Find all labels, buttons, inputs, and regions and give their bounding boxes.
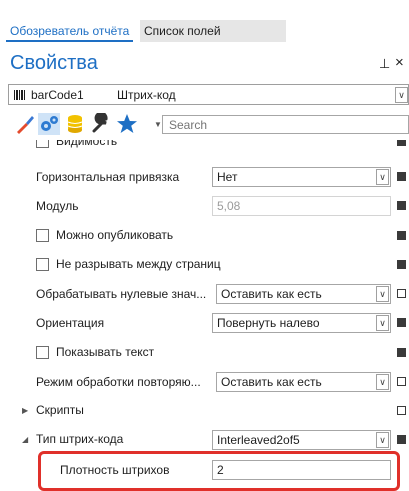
chevron-down-icon[interactable]: ∨	[376, 374, 389, 390]
property-row-keep-together: Не разрывать между страниц	[0, 251, 409, 279]
component-name: barCode1	[31, 88, 84, 102]
property-marker-icon	[397, 289, 406, 298]
collapse-arrow-icon[interactable]: ◢	[22, 435, 28, 444]
visibility-checkbox[interactable]	[36, 140, 49, 148]
brush-icon[interactable]	[14, 113, 36, 135]
property-label: Видимость	[56, 140, 118, 148]
panel-title: Свойства	[10, 52, 98, 74]
can-publish-checkbox[interactable]	[36, 229, 49, 242]
property-row-orientation: Ориентация Повернуть налево ∨	[0, 309, 409, 337]
property-grid: Видимость Горизонтальная привязка Нет ∨ …	[0, 140, 409, 486]
chevron-down-icon[interactable]: ∨	[376, 169, 389, 185]
chevron-down-icon[interactable]: ∨	[376, 286, 389, 302]
property-row-barcode-type[interactable]: ◢ Тип штрих-кода Interleaved2of5 ∨	[0, 426, 409, 454]
expand-arrow-icon[interactable]: ▶	[22, 406, 28, 415]
star-icon[interactable]	[116, 113, 138, 135]
property-row-visibility: Видимость	[0, 140, 409, 156]
property-row-module: Модуль 5,08	[0, 192, 409, 220]
highlight-box	[38, 451, 400, 491]
property-marker-icon	[397, 435, 406, 444]
property-marker-icon	[397, 406, 406, 415]
property-label: Можно опубликовать	[56, 228, 174, 242]
property-row-can-publish: Можно опубликовать	[0, 222, 409, 250]
property-label: Скрипты	[36, 403, 84, 417]
keep-together-checkbox[interactable]	[36, 258, 49, 271]
chevron-down-icon[interactable]: ∨	[376, 432, 389, 448]
property-marker-icon	[397, 172, 406, 181]
database-icon[interactable]	[64, 113, 86, 135]
property-label: Режим обработки повторяю...	[36, 375, 201, 389]
orientation-select[interactable]: Повернуть налево ∨	[212, 313, 391, 333]
property-label: Горизонтальная привязка	[36, 170, 180, 184]
property-row-show-text: Показывать текст	[0, 339, 409, 367]
chevron-down-icon[interactable]: ∨	[395, 87, 408, 103]
horizontal-alignment-select[interactable]: Нет ∨	[212, 167, 391, 187]
property-marker-icon	[397, 231, 406, 240]
search-scope-arrow-icon[interactable]: ▼	[154, 120, 162, 129]
property-label: Тип штрих-кода	[36, 432, 124, 446]
property-label: Не разрывать между страниц	[56, 257, 221, 271]
property-row-null-values: Обрабатывать нулевые знач... Оставить ка…	[0, 280, 409, 308]
barcode-type-select[interactable]: Interleaved2of5 ∨	[212, 430, 391, 450]
property-row-scripts[interactable]: ▶ Скрипты	[0, 397, 409, 425]
property-marker-icon	[397, 318, 406, 327]
property-label: Модуль	[36, 199, 79, 213]
null-values-select[interactable]: Оставить как есть ∨	[216, 284, 391, 304]
tab-report-explorer[interactable]: Обозреватель отчёта	[6, 20, 134, 42]
component-selector[interactable]: barCode1 Штрих-код ∨	[8, 84, 409, 105]
pin-icon[interactable]: ⊥	[379, 56, 390, 72]
property-marker-icon	[397, 140, 406, 146]
property-marker-icon	[397, 348, 406, 357]
property-label: Ориентация	[36, 316, 105, 330]
property-marker-icon	[397, 377, 406, 386]
property-label: Показывать текст	[56, 345, 155, 359]
tab-field-list[interactable]: Список полей	[140, 20, 286, 42]
property-label: Обрабатывать нулевые знач...	[36, 287, 207, 301]
search-input[interactable]	[163, 116, 408, 133]
properties-toolbar: ▼	[8, 110, 409, 138]
settings-gears-icon[interactable]	[38, 113, 60, 135]
property-row-horizontal-alignment: Горизонтальная привязка Нет ∨	[0, 163, 409, 191]
search-box[interactable]	[162, 115, 409, 134]
panel-tabs: Обозреватель отчёта Список полей	[0, 20, 409, 42]
wrench-icon[interactable]	[90, 113, 112, 135]
component-type: Штрих-код	[117, 88, 176, 102]
property-marker-icon	[397, 260, 406, 269]
module-field[interactable]: 5,08	[212, 196, 391, 216]
chevron-down-icon[interactable]: ∨	[376, 315, 389, 331]
duplicates-mode-select[interactable]: Оставить как есть ∨	[216, 372, 391, 392]
barcode-icon	[14, 90, 25, 100]
property-marker-icon	[397, 201, 406, 210]
show-text-checkbox[interactable]	[36, 346, 49, 359]
close-icon[interactable]: ×	[395, 54, 404, 71]
property-row-duplicates-mode: Режим обработки повторяю... Оставить как…	[0, 368, 409, 396]
